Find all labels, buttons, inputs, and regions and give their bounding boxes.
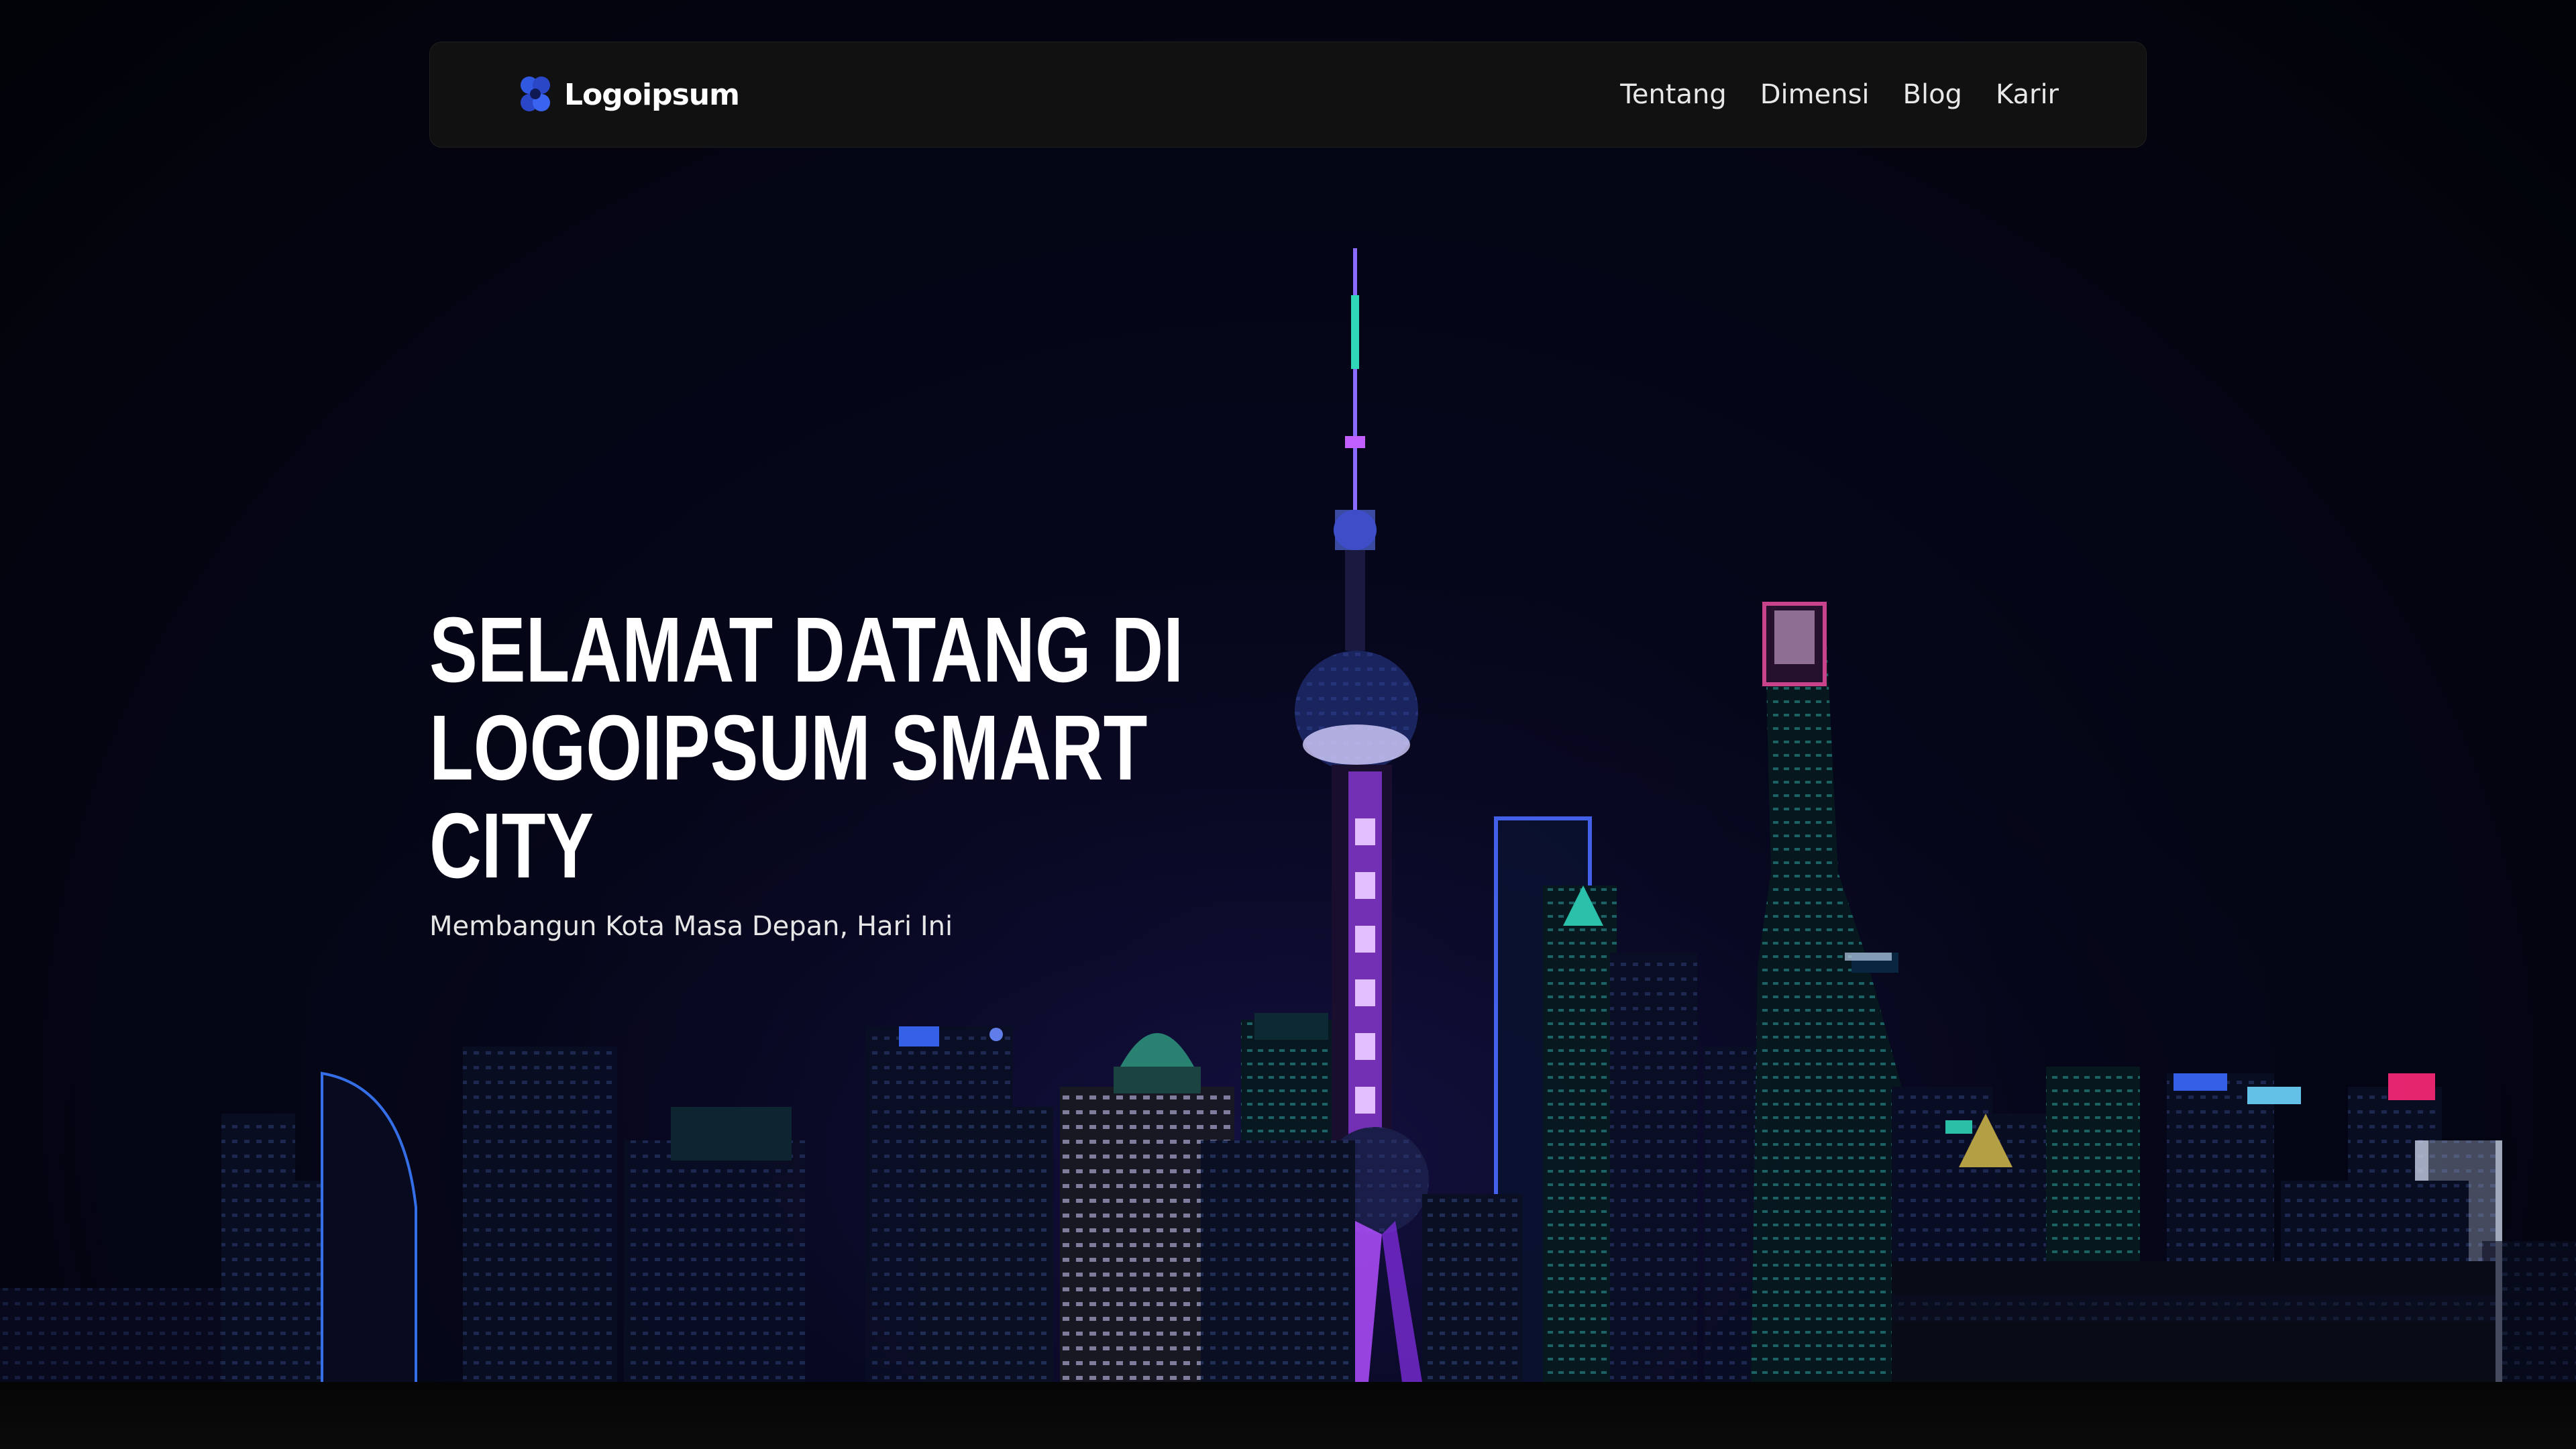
hero-content: SELAMAT DATANG DI LOGOIPSUM SMART CITY M…: [429, 601, 1368, 942]
top-navbar: Logoipsum Tentang Dimensi Blog Karir: [429, 42, 2147, 148]
hero-title: SELAMAT DATANG DI LOGOIPSUM SMART CITY: [429, 601, 1319, 895]
hero-title-line-1: SELAMAT DATANG DI: [429, 598, 1184, 702]
brand-logo-link[interactable]: Logoipsum: [516, 73, 740, 116]
nav-links: Tentang Dimensi Blog Karir: [1620, 79, 2059, 110]
clover-logo-icon: [521, 76, 550, 111]
hero-subtitle: Membangun Kota Masa Depan, Hari Ini: [429, 911, 953, 942]
hero-title-line-2: LOGOIPSUM SMART CITY: [429, 696, 1148, 898]
nav-link-tentang[interactable]: Tentang: [1620, 79, 1727, 110]
brand-name: Logoipsum: [564, 77, 740, 112]
nav-link-blog[interactable]: Blog: [1903, 79, 1962, 110]
hero-section: Logoipsum Tentang Dimensi Blog Karir SEL…: [0, 0, 2576, 1449]
nav-link-karir[interactable]: Karir: [1996, 79, 2059, 110]
ground-shadow: [0, 1382, 2576, 1449]
nav-link-dimensi[interactable]: Dimensi: [1760, 79, 1870, 110]
